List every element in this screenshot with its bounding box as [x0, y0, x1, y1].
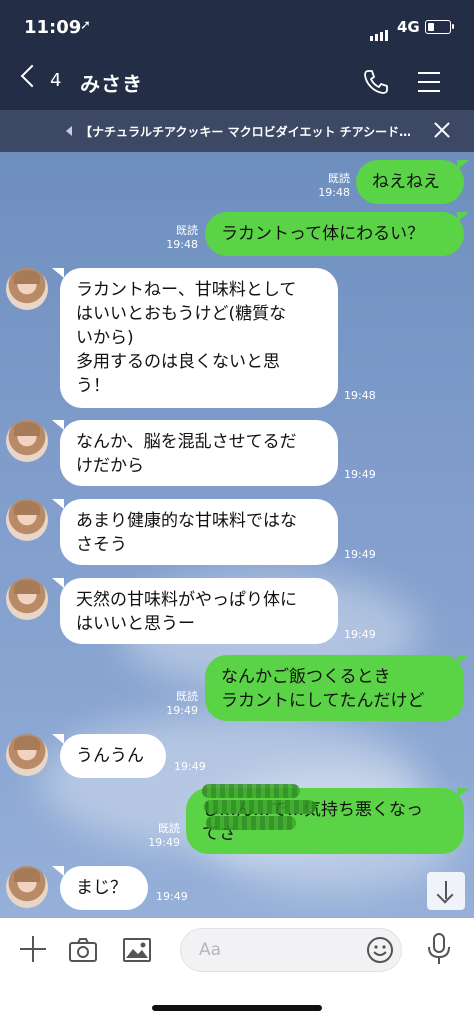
read-receipt: 既読 19:48	[166, 224, 198, 251]
bubble-tail	[52, 420, 64, 430]
message-time: 19:49	[344, 548, 376, 561]
phone-icon[interactable]	[362, 68, 390, 96]
avatar[interactable]	[6, 420, 48, 462]
chat-area[interactable]: 既読 19:48 ねえねえ 既読 19:48 ラカントって体にわるい？ ラカントねー…	[0, 152, 474, 918]
incoming-message[interactable]: うんうん	[60, 734, 166, 778]
back-unread-count[interactable]: 4	[50, 70, 61, 91]
redaction-scribble	[204, 800, 316, 814]
incoming-message[interactable]: ラカントねー、甘味料として はいいとおもうけど(糖質な いから) 多用するのは良…	[60, 268, 338, 408]
outgoing-message[interactable]: なんかご飯つくるとき ラカントにしてたんだけど	[205, 655, 464, 721]
incoming-message[interactable]: 天然の甘味料がやっぱり体に はいいと思うー	[60, 578, 338, 644]
message-time: 19:49	[156, 890, 188, 903]
avatar[interactable]	[6, 866, 48, 908]
bubble-tail	[457, 212, 469, 222]
message-time: 19:48	[344, 389, 376, 402]
redaction-scribble	[202, 784, 300, 798]
bubble-tail	[457, 655, 469, 665]
incoming-message[interactable]: まじ？	[60, 866, 148, 910]
incoming-message[interactable]: あまり健康的な甘味料ではな さそう	[60, 499, 338, 565]
avatar[interactable]	[6, 499, 48, 541]
battery-level	[428, 23, 434, 31]
avatar[interactable]	[6, 268, 48, 310]
announcement-banner[interactable]: 【ナチュラルチアクッキー マクロビダイエット チアシード…	[0, 110, 474, 152]
avatar[interactable]	[6, 578, 48, 620]
network-type: 4G	[397, 18, 420, 36]
camera-icon[interactable]	[68, 936, 98, 964]
bubble-tail	[457, 160, 469, 170]
read-receipt: 既読 19:49	[166, 690, 198, 717]
read-receipt: 既読 19:49	[148, 822, 180, 849]
message-time: 19:49	[344, 628, 376, 641]
plus-icon[interactable]	[20, 936, 46, 962]
outgoing-message[interactable]: ラカントって体にわるい？	[205, 212, 464, 256]
message-time: 19:49	[344, 468, 376, 481]
message-time: 19:49	[174, 760, 206, 773]
emoji-icon[interactable]	[366, 936, 394, 964]
read-receipt: 既読 19:48	[318, 172, 350, 199]
bubble-tail	[52, 268, 64, 278]
banner-arrow-icon[interactable]	[66, 126, 72, 136]
bubble-tail	[52, 578, 64, 588]
mic-icon[interactable]	[426, 932, 452, 966]
avatar[interactable]	[6, 734, 48, 776]
menu-icon[interactable]	[418, 72, 440, 92]
back-chevron-icon[interactable]	[20, 64, 44, 88]
bubble-tail	[457, 788, 469, 798]
banner-text[interactable]: 【ナチュラルチアクッキー マクロビダイエット チアシード…	[80, 123, 410, 140]
bubble-tail	[52, 499, 64, 509]
location-arrow-icon: ➚	[80, 18, 91, 33]
redaction-scribble	[206, 816, 296, 830]
battery-icon	[425, 20, 451, 34]
battery-tip	[452, 24, 454, 29]
home-indicator[interactable]	[152, 1005, 322, 1011]
chat-title: みさき	[80, 72, 143, 96]
outgoing-message[interactable]: ねえねえ	[356, 160, 464, 204]
close-icon[interactable]	[432, 120, 452, 140]
bubble-tail	[52, 734, 64, 744]
bubble-tail	[52, 866, 64, 876]
status-time: 11:09	[24, 17, 82, 38]
incoming-message[interactable]: なんか、脳を混乱させてるだ けだから	[60, 420, 338, 486]
image-icon[interactable]	[122, 936, 152, 964]
signal-icon	[370, 22, 390, 41]
top-bar: 11:09 ➚ 4G 4 みさき	[0, 0, 474, 110]
scroll-down-icon[interactable]	[427, 872, 465, 910]
